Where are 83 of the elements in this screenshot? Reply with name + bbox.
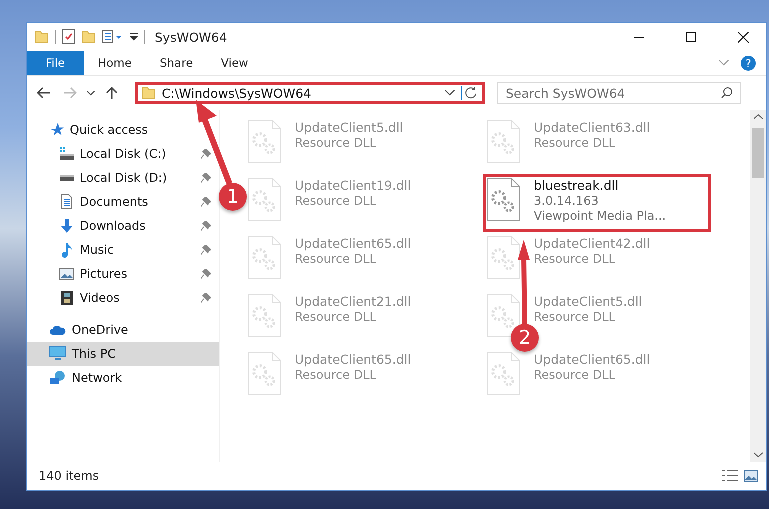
file-detail: Resource DLL (534, 368, 616, 382)
file-name: UpdateClient5.dll (295, 120, 404, 135)
scrollbar[interactable] (750, 110, 766, 462)
gears-file-icon (487, 294, 521, 338)
file-detail: Resource DLL (534, 252, 616, 266)
cloud-icon (49, 324, 67, 336)
folder-icon (35, 30, 49, 44)
file-name: UpdateClient21.dll (295, 294, 412, 309)
file-name: UpdateClient42.dll (534, 236, 650, 251)
dropdown-caret-icon[interactable] (445, 90, 455, 96)
gears-file-icon (248, 352, 282, 396)
file-name: UpdateClient65.dll (534, 352, 650, 367)
large-icons-view-icon[interactable] (744, 470, 758, 482)
file-detail: Resource DLL (534, 136, 616, 150)
properties-icon[interactable] (102, 30, 124, 44)
film-icon (59, 290, 75, 306)
gears-file-icon (487, 352, 521, 396)
ribbon-tab[interactable]: Home (84, 51, 146, 75)
nav-item[interactable]: Quick access (27, 118, 219, 142)
item-count: 140 items (39, 469, 100, 483)
minimize-button[interactable] (634, 36, 644, 38)
download-arrow-icon (59, 218, 75, 234)
monitor-icon (49, 346, 67, 362)
network-globe-icon (49, 370, 67, 386)
ribbon-tab[interactable]: View (207, 51, 262, 75)
star-icon (49, 122, 65, 138)
maximize-button[interactable] (686, 32, 696, 42)
picture-icon (59, 266, 75, 282)
nav-item[interactable]: Documents (27, 190, 219, 214)
address-bar[interactable]: C:\Windows\SysWOW64 (135, 82, 485, 104)
file-name: UpdateClient65.dll (295, 352, 412, 367)
gears-file-icon (487, 120, 521, 164)
music-note-icon (59, 242, 75, 258)
nav-item[interactable]: OneDrive (27, 318, 219, 342)
customize-dropdown-icon[interactable] (130, 33, 138, 41)
file-name: UpdateClient63.dll (534, 120, 650, 135)
back-button[interactable] (37, 87, 51, 99)
nav-item[interactable]: Pictures (27, 262, 219, 286)
file-name: UpdateClient19.dll (295, 178, 412, 193)
document-icon (59, 194, 75, 210)
file-detail: Resource DLL (295, 368, 378, 382)
file-name: UpdateClient5.dll (534, 294, 642, 309)
ribbon-tab[interactable]: Share (146, 51, 208, 75)
file-name: UpdateClient65.dll (295, 236, 412, 251)
file-detail: Resource DLL (295, 252, 378, 266)
file-detail: Resource DLL (295, 310, 378, 324)
nav-item[interactable]: Network (27, 366, 219, 390)
up-button[interactable] (106, 86, 118, 100)
recent-locations-button[interactable] (87, 90, 95, 96)
scroll-up-icon[interactable] (754, 114, 762, 120)
gears-file-icon (248, 236, 282, 280)
search-icon (721, 87, 733, 99)
nav-item[interactable]: Videos (27, 286, 219, 310)
gears-file-icon (487, 236, 521, 280)
close-button[interactable] (738, 32, 748, 42)
file-detail: Resource DLL (534, 310, 616, 324)
file-detail: 3.0.14.163 (534, 194, 600, 208)
help-icon[interactable]: ? (741, 56, 756, 70)
drive-icon (59, 174, 75, 182)
scroll-down-icon[interactable] (754, 452, 762, 458)
file-detail: Resource DLL (295, 194, 378, 208)
scrollbar-thumb[interactable] (752, 128, 764, 178)
gears-file-icon (248, 294, 282, 338)
expand-ribbon-icon[interactable] (719, 60, 729, 66)
search-field[interactable]: Search SysWOW64 (497, 82, 741, 104)
nav-item[interactable]: Local Disk (C:) (27, 142, 219, 166)
nav-item[interactable]: This PC (27, 342, 219, 366)
drive-icon (59, 146, 75, 162)
details-view-icon[interactable] (722, 470, 738, 482)
highlighted-file-item[interactable]: bluestreak.dll 3.0.14.163 Viewpoint Media Pla... (483, 174, 711, 232)
file-tab[interactable]: File (27, 51, 84, 75)
gears-file-icon (248, 120, 282, 164)
nav-item[interactable]: Downloads (27, 214, 219, 238)
checklist-icon[interactable] (62, 29, 76, 45)
file-name: bluestreak.dll (534, 178, 620, 193)
nav-item[interactable]: Local Disk (D:) (27, 166, 219, 190)
file-detail: Resource DLL (295, 136, 378, 150)
nav-item[interactable]: Music (27, 238, 219, 262)
gears-file-icon (248, 178, 282, 222)
window-title: SysWOW64 (155, 30, 228, 44)
gears-file-icon (487, 178, 521, 222)
file-detail: Viewpoint Media Pla... (534, 209, 666, 223)
folder-icon (142, 86, 156, 100)
